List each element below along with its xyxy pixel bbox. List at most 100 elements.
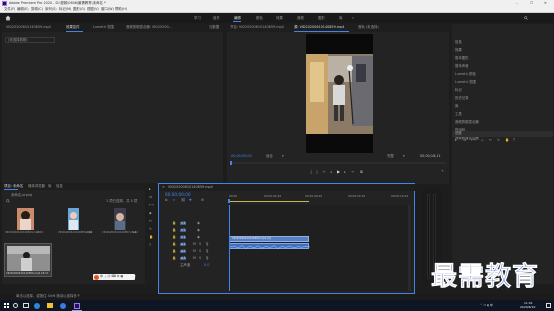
track-master[interactable]: 主声道 0.0 [169,263,227,269]
export-frame-icon[interactable]: ◘ [360,170,363,174]
taskbar-edge-icon[interactable] [34,302,40,309]
tab-program[interactable]: 节目: VID20200610140859.mp4 [230,25,284,29]
taskbar-ie-icon[interactable] [60,302,66,309]
selection-tool-icon[interactable]: ▸ [149,187,151,191]
menu-clip[interactable]: 剪辑(C) [31,7,43,11]
timeline-timecode[interactable]: 00;00;00;00 [165,192,191,197]
track-a3-solo-icon[interactable]: S [199,256,201,260]
slip-tool-icon[interactable]: ↔ [149,219,152,223]
workspace-graphics[interactable]: 图形 [318,16,325,20]
step-forward-icon[interactable]: ▸ [344,170,346,174]
track-v3-lock-icon[interactable]: 🔒 [172,221,176,225]
track-v2-eye-icon[interactable]: ◉ [197,228,200,232]
minimize-button[interactable]: – [516,1,518,5]
workspace-assembly[interactable]: 组件 [213,16,220,20]
panel-item-progress[interactable]: 进度 [452,130,553,137]
track-area[interactable]: VID20200610140859.mp4 [V] [229,205,412,291]
taskbar-search-icon[interactable] [13,303,18,308]
project-clip-2[interactable]: VID20200610140855.mp4 2:06 [58,208,96,238]
timeline-ruler[interactable]: 00;00 00;00;04;29 00;00;09;29 00;00;14;2… [228,193,412,204]
workspace-editing[interactable]: 编辑 [234,16,241,20]
go-to-in-icon[interactable]: ⇤ [323,170,326,174]
home-icon[interactable] [5,15,11,21]
timeline-settings-icon[interactable]: ⚙ [201,198,204,202]
track-v3[interactable]: 🔒 V3 ◉ [169,221,227,227]
tool-select-icon[interactable]: ▸ [455,138,457,142]
tab-media-browser[interactable]: 媒体浏览器 [28,184,45,188]
ripple-edit-tool-icon[interactable]: ⟷ [149,203,154,207]
timeline-tab[interactable]: VID20200610140859.mp4 [168,185,213,189]
menu-view[interactable]: 视图(V) [87,7,99,11]
clip-video-v1[interactable]: VID20200610140859.mp4 [V] [229,236,309,242]
tool-hand-icon[interactable]: ✋ [505,138,509,142]
track-v3-eye-icon[interactable]: ◉ [197,221,200,225]
track-v2-lock-icon[interactable]: 🔒 [172,228,176,232]
linked-selection-icon[interactable]: ⛓ [181,198,185,202]
menu-sequence[interactable]: 序列(S) [45,7,57,11]
type-tool-icon[interactable]: T [149,243,151,247]
workspace-audio[interactable]: 音频 [297,16,304,20]
track-a3-mute-icon[interactable]: M [193,256,196,260]
tab-program-source[interactable]: 源: VID20200610140859.mp4 [294,25,344,29]
program-playhead[interactable] [230,161,232,165]
project-search-icon[interactable] [6,199,10,203]
tool-slip-icon[interactable]: ↔ [489,138,492,142]
tool-track-select-icon[interactable]: ⇉ [463,138,466,142]
workspace-learn[interactable]: 学习 [194,16,201,20]
track-a2-mute-icon[interactable]: M [193,249,196,253]
program-add-button-icon[interactable]: + [441,169,444,173]
tool-ripple-icon[interactable]: ⟷ [471,138,476,142]
tab-audio-track[interactable]: 音轨 (未选择) [358,25,379,29]
program-scrubber[interactable] [230,161,446,165]
track-v1[interactable]: 🔒 V1 ◉ [169,235,227,241]
nest-icon[interactable]: ⧉ [165,198,167,202]
menu-file[interactable]: 文件(F) [4,7,15,11]
track-master-value[interactable]: 0.0 [204,263,209,267]
taskbar-premiere-icon[interactable] [74,302,80,309]
timeline-close-icon[interactable]: ✕ [162,185,165,189]
project-clip-4[interactable]: VID20200610140859.mp4 18:11 [4,243,52,277]
tab-libraries[interactable]: 库 [48,184,51,188]
timeline-playhead-marker[interactable] [228,199,230,203]
tab-info[interactable]: 信息 [56,184,63,188]
workspace-effects[interactable]: 效果 [276,16,283,20]
menu-marker[interactable]: 标记(M) [59,7,71,11]
program-timecode[interactable]: 00;00;00;00 [231,154,252,158]
track-a3-lock-icon[interactable]: 🔒 [172,256,176,260]
menu-help[interactable]: 帮助(H) [115,7,127,11]
mark-in-icon[interactable]: { [310,170,312,174]
go-to-out-icon[interactable]: ⇥ [351,170,354,174]
notification-icon[interactable] [546,303,551,308]
tool-pen-icon[interactable]: ✎ [497,138,500,142]
track-v2[interactable]: 🔒 V2 ◉ [169,228,227,234]
work-area-bar[interactable] [229,201,309,202]
taskbar-taskview-icon[interactable] [23,303,29,308]
fit-dropdown[interactable]: 适合 ▾ [265,154,287,159]
track-a3-mic-icon[interactable]: 🎙 [205,256,209,260]
hand-tool-icon[interactable]: ✋ [149,235,153,239]
tab-lumetri-scopes[interactable]: Lumetri 范围 [93,25,114,29]
track-a1-solo-icon[interactable]: S [199,242,201,246]
workspace-more-chevron-icon[interactable]: » [352,16,354,20]
tool-type-icon[interactable]: T [513,138,515,142]
track-a1-mute-icon[interactable]: M [193,242,196,246]
tab-metadata[interactable]: 元数据 [209,25,219,29]
taskbar-explorer-icon[interactable] [47,303,53,308]
tab-effect-controls[interactable]: 效果控件 [66,25,80,29]
track-select-tool-icon[interactable]: ⇉ [149,195,152,199]
workspace-color[interactable]: 颜色 [256,16,263,20]
track-a2-solo-icon[interactable]: S [199,249,201,253]
step-back-icon[interactable]: ◂ [330,170,332,174]
timeline-vertical-scrollbar[interactable] [408,205,411,291]
ime-toolbar[interactable]: 中 ·｡ ☺ ⌨ ⚙ ▦ [93,274,135,280]
project-clip-1[interactable]: VID20200610140844.mp4 7:09 [5,208,43,238]
track-a2-lock-icon[interactable]: 🔒 [172,249,176,253]
track-a1-lock-icon[interactable]: 🔒 [172,242,176,246]
tab-audio-clip-mixer[interactable]: 音频剪辑混合器: VID20200... [126,25,172,29]
workspace-libraries[interactable]: 库 [339,16,342,20]
project-clip-3[interactable]: VID20200610140857.mp4 4:12 [102,208,142,238]
track-v1-lock-icon[interactable]: 🔒 [172,235,176,239]
snap-icon[interactable]: ∩ [173,198,175,202]
track-a1-mic-icon[interactable]: 🎙 [205,242,209,246]
menu-edit[interactable]: 编辑(E) [17,7,29,11]
